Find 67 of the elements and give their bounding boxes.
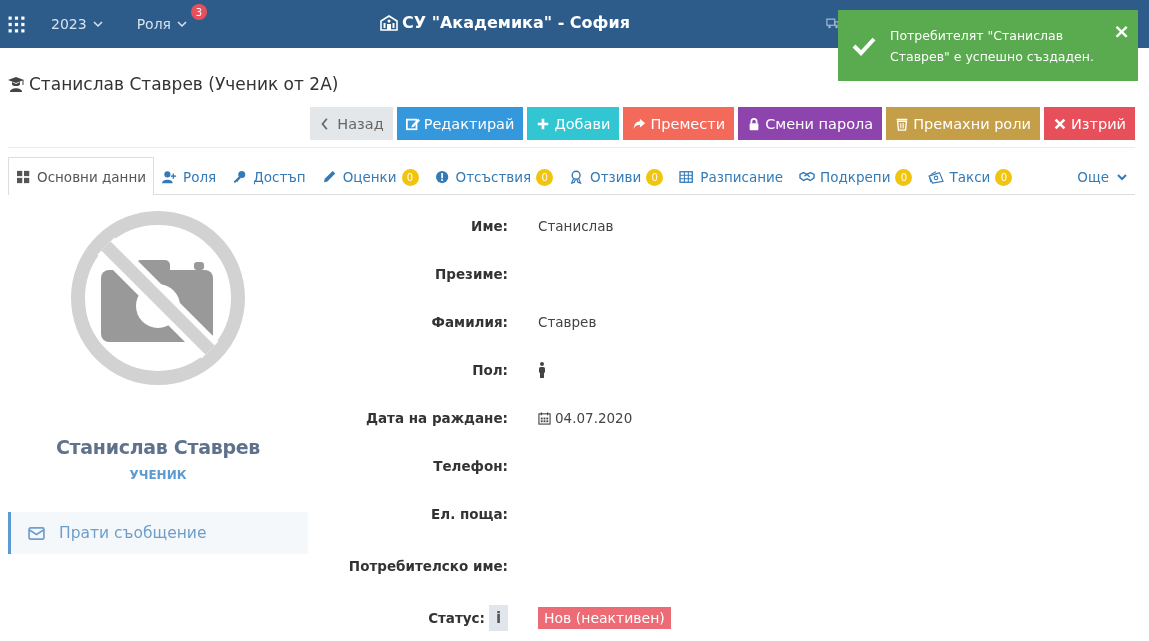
lock-button[interactable]: Смени парола [738, 107, 883, 140]
field-label: Телефон: [433, 458, 508, 474]
school-building-icon [380, 14, 398, 31]
close-icon [1052, 116, 1067, 131]
tab[interactable]: Такси 0 [920, 158, 1021, 195]
pencil-square-icon [405, 116, 420, 131]
count-badge: 0 [536, 168, 554, 186]
more-tab[interactable]: Още [1069, 158, 1135, 195]
checkmark-icon [852, 35, 876, 56]
field-label: Ел. поща: [431, 506, 508, 522]
count-badge: 0 [895, 168, 913, 186]
delete-button[interactable]: Изтрий [1043, 107, 1135, 140]
back-button[interactable]: Назад [310, 107, 393, 140]
handshake-icon [799, 170, 816, 184]
send-message-button[interactable]: Прати съобщение [8, 512, 308, 554]
calendar-icon [538, 411, 551, 425]
tab[interactable]: Достъп [224, 158, 314, 195]
tab[interactable]: Роля [154, 158, 225, 195]
apps-grid-icon[interactable] [8, 15, 25, 33]
chevron-down-icon [177, 19, 188, 29]
notification-badge: 3 [191, 4, 208, 20]
profile-role: УЧЕНИК [129, 468, 187, 482]
banknotes-icon [928, 170, 945, 184]
truck-icon [826, 18, 840, 29]
edit-button[interactable]: Редактирай [396, 107, 524, 140]
tab[interactable]: Отзиви 0 [561, 158, 672, 195]
status-label: Нов (неактивен) [538, 607, 671, 629]
school-title: СУ "Академика" - София [402, 13, 630, 32]
chevron-down-icon [92, 19, 103, 29]
graduate-icon [8, 76, 24, 92]
toast-message: Потребителят "Станислав Ставрев" е успешно създаден. [890, 26, 1095, 66]
close-button[interactable]: × [1113, 22, 1130, 40]
trash-button[interactable]: Премахни роли [886, 107, 1040, 140]
trash-icon [895, 116, 910, 131]
count-badge: 0 [401, 168, 419, 186]
profile-name: Станислав Ставрев [55, 436, 261, 458]
person-icon [538, 362, 546, 378]
field-value: Ставрев [538, 314, 597, 330]
tab[interactable]: Подкрепи 0 [791, 158, 921, 195]
year-dropdown[interactable]: 2023 [47, 16, 107, 32]
field-label: Дата на раждане: [366, 410, 508, 426]
field-label: Потребителско име: [348, 558, 508, 574]
pencil-icon [321, 170, 338, 184]
birth-date: 04.07.2020 [555, 410, 633, 426]
field-label: Статус: [428, 610, 485, 626]
table-icon [679, 170, 696, 184]
role-dropdown[interactable]: Роля [132, 16, 192, 32]
field-label: Фамилия: [431, 314, 508, 330]
field-value: Станислав [538, 218, 614, 234]
plus-icon [536, 116, 551, 131]
count-badge: 0 [646, 168, 664, 186]
tab[interactable]: Отсъствия 0 [426, 158, 562, 195]
field-label: Пол: [472, 362, 508, 378]
envelope-icon [28, 526, 45, 540]
user-plus-icon [162, 170, 178, 184]
page-title: Станислав Ставрев (Ученик от 2А) [29, 74, 339, 94]
count-badge: 0 [995, 168, 1013, 186]
info-button[interactable]: i [489, 605, 508, 631]
tab[interactable]: Разписание [671, 158, 792, 195]
tab[interactable]: Основни данни [8, 157, 154, 195]
grid-icon [16, 169, 32, 184]
exclamation-circle-icon [434, 170, 451, 184]
chevron-down-icon [1117, 172, 1127, 182]
tab[interactable]: Оценки 0 [313, 158, 427, 195]
field-label: Име: [471, 218, 508, 234]
move-button[interactable]: Премести [623, 107, 735, 140]
field-label: Презиме: [435, 266, 508, 282]
